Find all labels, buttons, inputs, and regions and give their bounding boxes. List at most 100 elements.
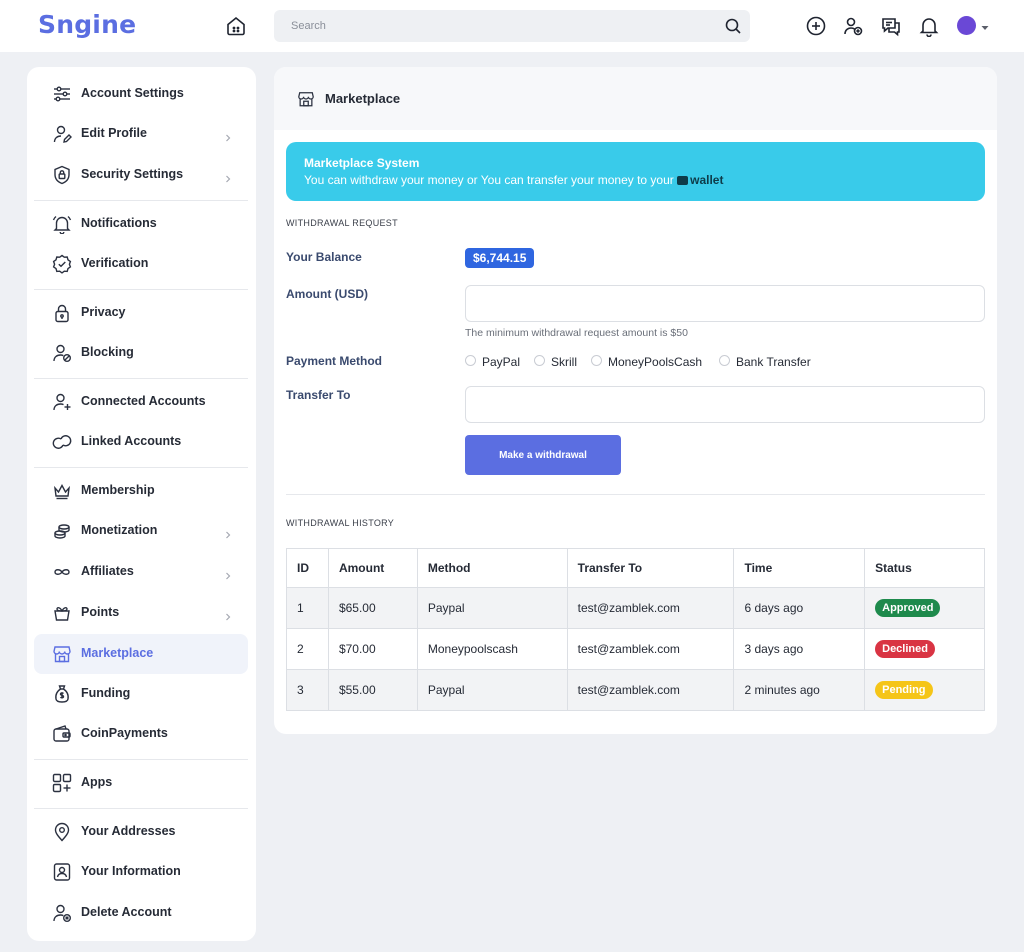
chevron-down-icon[interactable]	[981, 20, 989, 30]
status-badge: Pending	[875, 681, 933, 699]
sidebar-item-label: Blocking	[81, 345, 134, 359]
wallet-link[interactable]: wallet	[677, 173, 723, 187]
cell-transfer-to: test@zamblek.com	[566, 628, 735, 670]
sidebar-item-label: Affiliates	[81, 564, 134, 578]
radio-button[interactable]	[465, 355, 476, 366]
transfer-to-input[interactable]	[465, 386, 985, 423]
sidebar-item-edit-profile[interactable]: Edit Profile	[34, 114, 248, 154]
amount-hint: The minimum withdrawal request amount is…	[465, 327, 688, 339]
radio-button[interactable]	[591, 355, 602, 366]
store-icon	[52, 644, 72, 664]
table-row: 3 $55.00 Paypal test@zamblek.com 2 minut…	[286, 669, 985, 711]
sidebar-item-label: Your Information	[81, 864, 181, 878]
sidebar-item-membership[interactable]: Membership	[34, 471, 248, 511]
wallet-link-label: wallet	[690, 173, 724, 187]
chevron-right-icon	[224, 171, 232, 183]
bell-icon	[52, 214, 72, 235]
withdrawal-history-heading: WITHDRAWAL HISTORY	[286, 518, 395, 528]
table-row: 2 $70.00 Moneypoolscash test@zamblek.com…	[286, 628, 985, 670]
apps-icon	[52, 773, 72, 793]
table-header-row: ID Amount Method Transfer To Time Status	[286, 548, 985, 588]
sidebar-item-marketplace[interactable]: Marketplace	[34, 634, 248, 674]
make-withdrawal-button[interactable]: Make a withdrawal	[465, 435, 621, 475]
transfer-to-label: Transfer To	[286, 388, 351, 402]
cell-amount: $70.00	[327, 628, 418, 670]
sidebar-divider	[34, 467, 248, 468]
sidebar-item-coinpayments[interactable]: CoinPayments	[34, 714, 248, 754]
user-remove-icon	[52, 903, 72, 923]
marketplace-card: Marketplace Marketplace System You can w…	[274, 67, 997, 734]
sidebar-item-label: Privacy	[81, 305, 126, 319]
sidebar-item-label: Account Settings	[81, 86, 184, 100]
shield-icon	[52, 165, 72, 185]
sidebar-item-blocking[interactable]: Blocking	[34, 333, 248, 373]
cell-transfer-to: test@zamblek.com	[566, 587, 735, 629]
sidebar-item-verification[interactable]: Verification	[34, 244, 248, 284]
sidebar-item-security-settings[interactable]: Security Settings	[34, 155, 248, 195]
sidebar-item-funding[interactable]: Funding	[34, 674, 248, 714]
cell-method: Paypal	[416, 669, 568, 711]
radio-button[interactable]	[534, 355, 545, 366]
sidebar-item-linked-accounts[interactable]: Linked Accounts	[34, 422, 248, 462]
sidebar-item-points[interactable]: Points	[34, 593, 248, 633]
money-bag-icon	[52, 684, 72, 704]
info-alert: Marketplace System You can withdraw your…	[286, 142, 985, 201]
sidebar-item-notifications[interactable]: Notifications	[34, 204, 248, 244]
search-icon[interactable]	[724, 17, 742, 35]
chevron-right-icon	[224, 609, 232, 621]
column-header: ID	[286, 548, 329, 588]
app-logo[interactable]: Sngine	[38, 10, 136, 39]
page-title: Marketplace	[325, 91, 401, 106]
withdrawal-request-heading: WITHDRAWAL REQUEST	[286, 218, 398, 228]
top-navbar: Sngine	[0, 0, 1024, 52]
radio-label: Skrill	[551, 355, 577, 369]
sidebar-item-label: Verification	[81, 256, 149, 270]
cell-id: 3	[286, 669, 329, 711]
sidebar-item-monetization[interactable]: Monetization	[34, 511, 248, 551]
notifications-bell-icon[interactable]	[918, 15, 940, 38]
cell-method: Paypal	[416, 587, 568, 629]
sidebar-item-connected-accounts[interactable]: Connected Accounts	[34, 382, 248, 422]
sidebar-item-delete-account[interactable]: Delete Account	[34, 893, 248, 933]
table-row: 1 $65.00 Paypal test@zamblek.com 6 days …	[286, 587, 985, 629]
map-pin-icon	[52, 822, 72, 842]
wallet-icon	[677, 176, 689, 185]
messages-icon[interactable]	[880, 15, 902, 37]
amount-label: Amount (USD)	[286, 287, 368, 301]
lock-icon	[52, 303, 72, 323]
sidebar-item-label: Security Settings	[81, 167, 184, 181]
search-bar	[274, 10, 750, 42]
avatar[interactable]	[957, 16, 976, 35]
sidebar-item-account-settings[interactable]: Account Settings	[34, 74, 248, 114]
cell-id: 1	[286, 587, 329, 629]
sidebar-divider	[34, 808, 248, 809]
card-header: Marketplace	[274, 67, 997, 130]
sidebar-divider	[34, 200, 248, 201]
infinity-icon	[52, 562, 72, 582]
gift-icon	[52, 603, 72, 623]
status-badge: Approved	[875, 599, 941, 617]
add-circle-icon[interactable]	[805, 15, 827, 37]
radio-button[interactable]	[719, 355, 730, 366]
cell-status: Pending	[864, 669, 985, 711]
sidebar-item-label: Delete Account	[81, 905, 172, 919]
sidebar-item-your-addresses[interactable]: Your Addresses	[34, 812, 248, 852]
radio-label: Bank Transfer	[736, 355, 811, 369]
crown-icon	[52, 481, 72, 501]
friend-requests-icon[interactable]	[842, 15, 864, 37]
home-icon[interactable]	[224, 14, 248, 38]
sidebar-item-apps[interactable]: Apps	[34, 763, 248, 803]
alert-text: You can withdraw your money or You can t…	[304, 173, 723, 187]
radio-label: MoneyPoolsCash	[608, 355, 703, 369]
cell-status: Approved	[864, 587, 985, 629]
sidebar-item-privacy[interactable]: Privacy	[34, 293, 248, 333]
sidebar-item-your-information[interactable]: Your Information	[34, 852, 248, 892]
sidebar-item-affiliates[interactable]: Affiliates	[34, 552, 248, 592]
amount-input[interactable]	[465, 285, 985, 322]
sidebar-item-label: Connected Accounts	[81, 394, 206, 408]
column-header: Time	[733, 548, 866, 588]
cell-status: Declined	[864, 628, 985, 670]
search-input[interactable]	[274, 10, 714, 42]
chevron-right-icon	[224, 130, 232, 142]
sidebar-item-label: Edit Profile	[81, 126, 147, 140]
